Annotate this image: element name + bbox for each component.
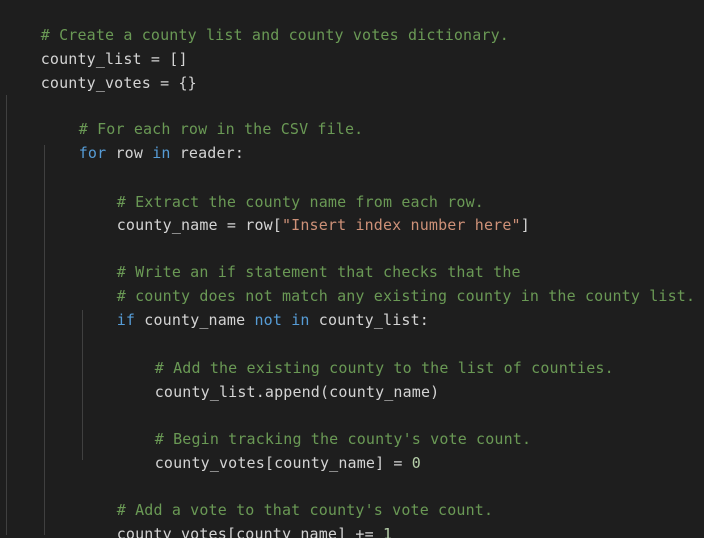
- code-line-16: county_votes[county_name] += 1: [80, 501, 392, 538]
- code-line-10: if county_name not in county_list:: [80, 287, 429, 329]
- number-token: 0: [411, 454, 421, 472]
- code-token: county_votes = {}: [40, 74, 197, 92]
- code-token: ]: [520, 216, 530, 234]
- code-line-1: # Create a county list and county votes …: [4, 2, 509, 44]
- code-token: county_name: [135, 311, 255, 329]
- number-token: 1: [382, 525, 393, 538]
- code-line-9: # county does not match any existing cou…: [80, 263, 695, 305]
- keyword-token: in: [291, 311, 310, 329]
- code-token: county_votes[county_name] =: [154, 454, 412, 472]
- code-line-13: # Begin tracking the county's vote count…: [118, 406, 531, 448]
- code-line-4: # For each row in the CSV file.: [42, 96, 363, 138]
- keyword-token: if: [116, 311, 136, 329]
- keyword-token: for: [78, 144, 107, 162]
- code-line-12: county_list.append(county_name): [118, 359, 439, 401]
- indent-guide-level-2: [44, 145, 45, 535]
- code-line-8: # Write an if statement that checks that…: [80, 239, 521, 281]
- indent-guide-level-1: [6, 95, 7, 535]
- string-token: "Insert index number here": [282, 216, 521, 234]
- code-line-11: # Add the existing county to the list of…: [118, 335, 614, 377]
- code-line-15: # Add a vote to that county's vote count…: [80, 477, 493, 519]
- code-line-7: county_name = row["Insert index number h…: [80, 192, 530, 234]
- code-line-6: # Extract the county name from each row.: [80, 169, 484, 211]
- code-line-5: for row in reader:: [42, 120, 244, 162]
- code-line-14: county_votes[county_name] = 0: [118, 430, 421, 472]
- code-line-2: county_list = []: [4, 26, 188, 68]
- code-token: county_list.append(county_name): [154, 383, 440, 401]
- code-token: county_votes[county_name] +=: [116, 525, 383, 538]
- code-token: county_name = row[: [116, 216, 282, 234]
- code-line-3: county_votes = {}: [4, 50, 197, 92]
- code-token: county_list:: [309, 311, 429, 329]
- code-token: reader:: [170, 144, 245, 162]
- keyword-token: in: [152, 144, 171, 162]
- code-editor[interactable]: # Create a county list and county votes …: [0, 0, 704, 538]
- code-token: row: [106, 144, 153, 162]
- keyword-token: not: [254, 311, 283, 329]
